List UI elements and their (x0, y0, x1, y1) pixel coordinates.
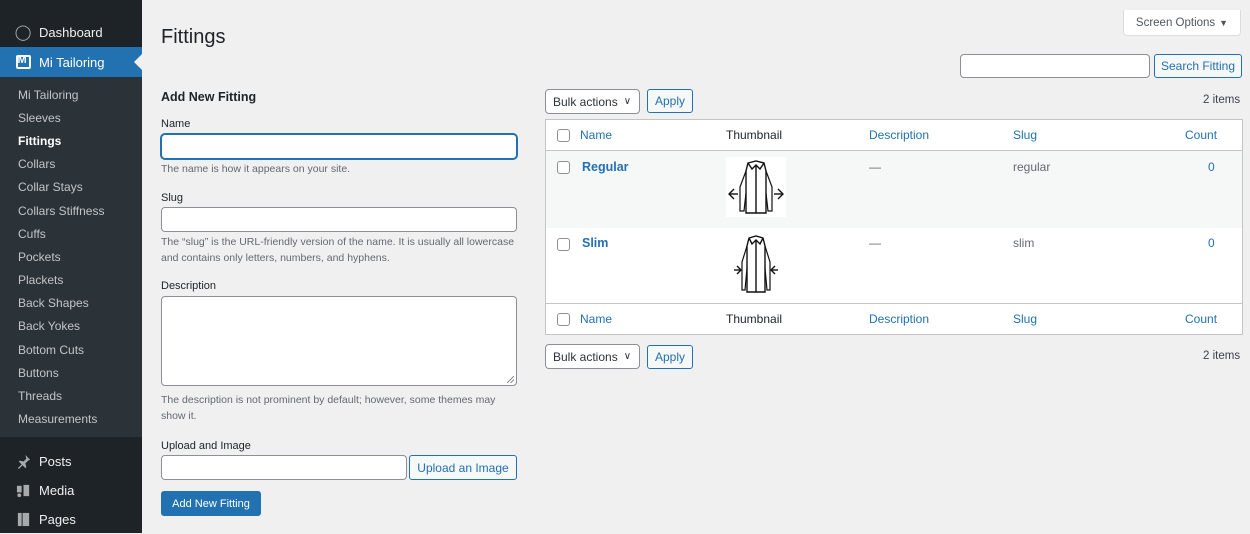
apply-button-top[interactable]: Apply (647, 89, 693, 113)
bulk-actions-select-bottom[interactable]: Bulk actions ∨ (545, 344, 640, 369)
submenu-item-collars-stiffness[interactable]: Collars Stiffness (0, 199, 142, 222)
table-row: Slim — slim 0 (546, 228, 1242, 304)
submenu-item-plackets[interactable]: Plackets (0, 269, 142, 292)
screen-options-button[interactable]: Screen Options ▼ (1123, 10, 1241, 36)
menu-pages-label: Pages (39, 511, 76, 527)
menu-media-label: Media (39, 482, 75, 498)
submenu: Mi Tailoring Sleeves Fittings Collars Co… (0, 77, 142, 437)
menu-pages[interactable]: Pages (0, 505, 142, 534)
table-row: Regular — regular 0 (546, 151, 1242, 228)
bulk-actions-label: Bulk actions (553, 349, 618, 364)
menu-mi-tailoring[interactable]: Mi Tailoring (0, 47, 142, 77)
column-footer-description[interactable]: Description (869, 312, 929, 326)
resize-grip-icon[interactable] (507, 376, 514, 383)
search-input[interactable] (960, 54, 1150, 78)
column-header-count[interactable]: Count (1185, 128, 1217, 142)
submenu-item-buttons[interactable]: Buttons (0, 361, 142, 384)
submenu-item-collar-stays[interactable]: Collar Stays (0, 176, 142, 199)
row-checkbox[interactable] (557, 238, 570, 251)
row-slug: slim (1013, 236, 1035, 250)
submenu-item-fittings[interactable]: Fittings (0, 129, 142, 152)
name-label: Name (161, 118, 191, 130)
bulk-actions-label: Bulk actions (553, 94, 618, 109)
dashboard-icon: ◯ (14, 24, 32, 41)
submenu-item-mi-tailoring[interactable]: Mi Tailoring (0, 83, 142, 106)
upload-label: Upload and Image (161, 440, 251, 452)
pages-icon (13, 512, 33, 527)
submenu-item-measurements[interactable]: Measurements (0, 408, 142, 431)
row-name-link[interactable]: Regular (582, 160, 629, 174)
media-icon (13, 483, 33, 498)
pushpin-icon (13, 454, 33, 469)
slim-fit-shirt-icon (726, 232, 786, 296)
table-header-row: Name Thumbnail Description Slug Count (546, 120, 1242, 151)
slug-help: The “slug” is the URL-friendly version o… (161, 236, 515, 264)
submenu-item-sleeves[interactable]: Sleeves (0, 106, 142, 129)
mi-tailoring-logo-icon (13, 54, 33, 69)
fittings-table: Name Thumbnail Description Slug Count Re… (545, 119, 1243, 335)
submenu-item-threads[interactable]: Threads (0, 384, 142, 407)
row-checkbox[interactable] (557, 161, 570, 174)
submenu-item-cuffs[interactable]: Cuffs (0, 222, 142, 245)
column-footer-slug[interactable]: Slug (1013, 312, 1037, 326)
add-new-fitting-button[interactable]: Add New Fitting (161, 491, 261, 516)
caret-down-icon: ▼ (1219, 17, 1229, 28)
submenu-item-collars[interactable]: Collars (0, 153, 142, 176)
row-slug: regular (1013, 160, 1051, 174)
select-all-checkbox[interactable] (557, 129, 570, 142)
apply-button-bottom[interactable]: Apply (647, 345, 693, 369)
column-header-slug[interactable]: Slug (1013, 128, 1037, 142)
menu-posts-label: Posts (39, 453, 72, 469)
menu-dashboard[interactable]: ◯ Dashboard (0, 17, 142, 47)
column-header-thumbnail: Thumbnail (726, 128, 783, 142)
column-footer-count[interactable]: Count (1185, 312, 1217, 326)
column-footer-thumbnail: Thumbnail (726, 312, 783, 326)
menu-dashboard-label: Dashboard (39, 24, 103, 40)
description-help: The description is not prominent by defa… (161, 394, 496, 422)
menu-mi-tailoring-label: Mi Tailoring (39, 54, 105, 70)
chevron-down-icon: ∨ (623, 351, 632, 362)
column-footer-name[interactable]: Name (580, 312, 612, 326)
description-textarea[interactable] (161, 296, 517, 386)
select-all-checkbox-footer[interactable] (557, 313, 570, 326)
name-field[interactable] (161, 134, 517, 159)
screen-options-label: Screen Options (1135, 16, 1216, 29)
row-count-link[interactable]: 0 (1208, 160, 1215, 174)
menu-posts[interactable]: Posts (0, 447, 142, 476)
search-fitting-button[interactable]: Search Fitting (1154, 54, 1242, 78)
slug-field[interactable] (161, 207, 517, 232)
add-new-form: Add New Fitting Name The name is how it … (161, 90, 521, 516)
submenu-item-bottom-cuts[interactable]: Bottom Cuts (0, 338, 142, 361)
form-heading: Add New Fitting (161, 90, 257, 104)
bulk-actions-select-top[interactable]: Bulk actions ∨ (545, 89, 640, 114)
submenu-item-back-shapes[interactable]: Back Shapes (0, 292, 142, 315)
admin-sidebar: ◯ Dashboard Mi Tailoring Mi Tailoring Sl… (0, 0, 142, 533)
name-help: The name is how it appears on your site. (161, 163, 351, 175)
items-count-top: 2 items (1203, 94, 1241, 106)
upload-image-button[interactable]: Upload an Image (409, 455, 517, 480)
row-count-link[interactable]: 0 (1208, 236, 1215, 250)
row-name-link[interactable]: Slim (582, 236, 608, 250)
submenu-item-back-yokes[interactable]: Back Yokes (0, 315, 142, 338)
regular-fit-shirt-icon (726, 157, 786, 217)
description-label: Description (161, 280, 217, 292)
upload-image-field[interactable] (161, 455, 407, 480)
column-header-description[interactable]: Description (869, 128, 929, 142)
column-header-name[interactable]: Name (580, 128, 612, 142)
items-count-bottom: 2 items (1203, 350, 1241, 362)
slug-label: Slug (161, 192, 184, 204)
row-description: — (869, 160, 881, 174)
submenu-item-pockets[interactable]: Pockets (0, 245, 142, 268)
table-footer-row: Name Thumbnail Description Slug Count (546, 303, 1242, 334)
row-description: — (869, 236, 881, 250)
page-title: Fittings (161, 26, 226, 48)
menu-media[interactable]: Media (0, 476, 142, 505)
chevron-down-icon: ∨ (623, 96, 632, 107)
